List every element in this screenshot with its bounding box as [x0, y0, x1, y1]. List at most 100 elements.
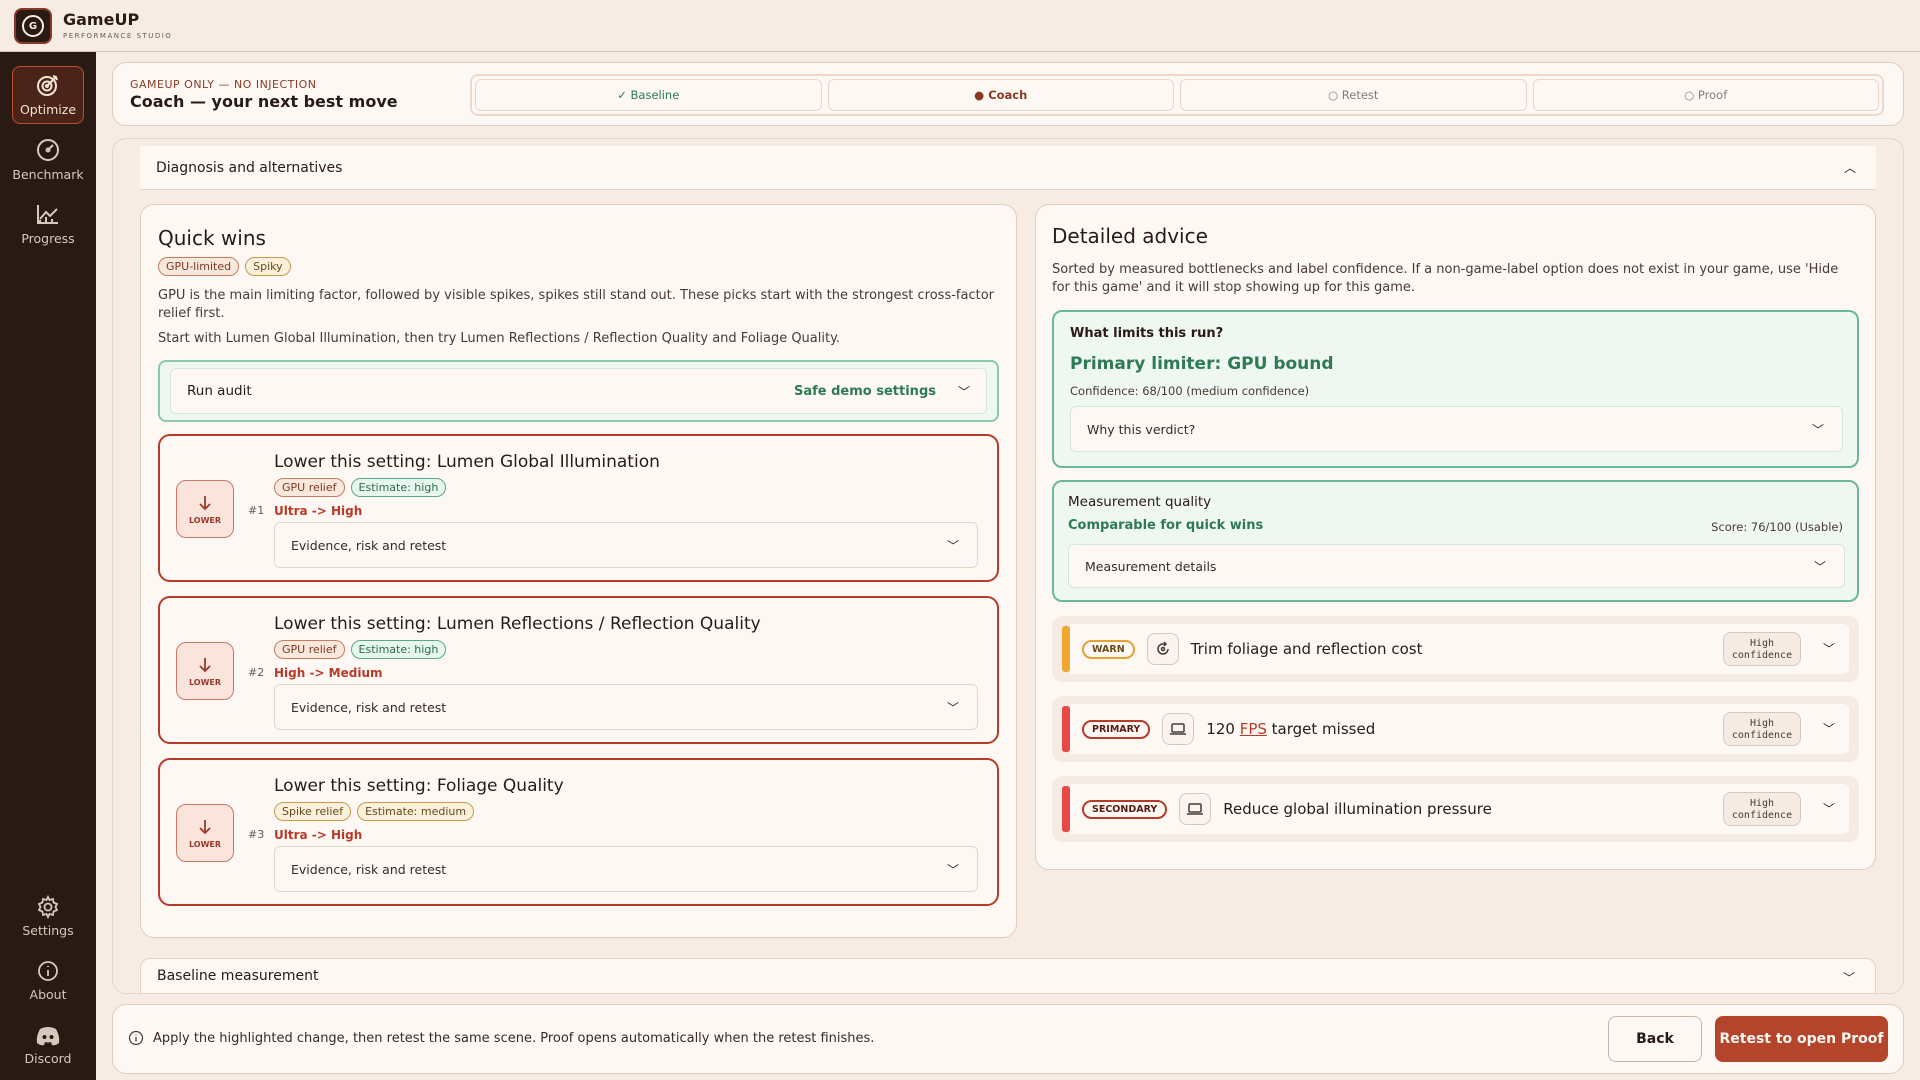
sidebar-label: About: [29, 987, 67, 1002]
step-proof[interactable]: ○ Proof: [1532, 79, 1879, 111]
diagnosis-label: Diagnosis and alternatives: [156, 159, 343, 176]
lower-button[interactable]: LOWER: [176, 804, 234, 862]
gear-icon: [37, 895, 59, 919]
sidebar-item-about[interactable]: About: [12, 950, 84, 1008]
lower-button[interactable]: LOWER: [176, 642, 234, 700]
evidence-label: Evidence, risk and retest: [291, 699, 447, 715]
sidebar-item-benchmark[interactable]: Benchmark: [12, 130, 84, 188]
chevron-down-icon: ﹀: [1811, 423, 1824, 437]
detailed-advice-intro: Sorted by measured bottlenecks and label…: [1052, 262, 1839, 295]
target-icon: [37, 75, 58, 96]
chevron-down-icon: ﹀: [1822, 802, 1835, 816]
why-verdict-accordion[interactable]: Why this verdict? ﹀: [1070, 406, 1843, 452]
stepper: ✓ Baseline ● Coach ○ Retest ○ Proof: [470, 74, 1884, 116]
run-audit[interactable]: Run audit Safe demo settings ﹀: [158, 360, 999, 422]
stage-title: Coach — your next best move: [130, 92, 398, 111]
quick-wins-title: Quick wins: [158, 226, 266, 250]
chevron-down-icon: ﹀: [1822, 642, 1835, 656]
baseline-label: Baseline measurement: [157, 968, 319, 984]
retest-button[interactable]: Retest to open Proof: [1715, 1016, 1888, 1062]
step-retest[interactable]: ○ Retest: [1180, 79, 1527, 111]
sidebar-item-progress[interactable]: Progress: [12, 194, 84, 252]
chart-icon: [37, 205, 58, 224]
sidebar-item-settings[interactable]: Settings: [12, 886, 84, 944]
measurement-details-label: Measurement details: [1085, 558, 1217, 574]
recommendation-title: Lower this setting: Lumen Global Illumin…: [274, 452, 660, 472]
confidence-badge: High confidence: [1723, 632, 1801, 666]
gauge-icon: [37, 139, 59, 161]
issue-title: Trim foliage and reflection cost: [1190, 640, 1423, 658]
estimate-tag: Estimate: medium: [357, 802, 475, 821]
estimate-tag: Estimate: high: [350, 478, 447, 497]
limiter-question: What limits this run?: [1070, 326, 1224, 341]
back-button[interactable]: Back: [1608, 1016, 1702, 1062]
setting-change: Ultra -> High: [274, 828, 363, 842]
arrow-down-icon: [199, 819, 211, 834]
chevron-down-icon: ﹀: [1842, 971, 1855, 985]
evidence-accordion[interactable]: Evidence, risk and retest ﹀: [274, 846, 978, 892]
step-coach[interactable]: ● Coach: [827, 79, 1174, 111]
quick-wins-summary: GPU is the main limiting factor, followe…: [158, 288, 994, 321]
rank: #3: [248, 828, 265, 841]
refresh-icon: [1146, 633, 1179, 665]
severity-stripe: [1062, 626, 1070, 672]
tag-gpu-limited: GPU-limited: [158, 257, 240, 276]
chevron-up-icon: ︿: [1843, 161, 1856, 175]
limiter-box: What limits this run? Primary limiter: G…: [1052, 310, 1859, 468]
measurement-details-accordion[interactable]: Measurement details ﹀: [1068, 544, 1845, 588]
run-audit-label: Run audit: [187, 383, 252, 399]
quick-wins-plan: Start with Lumen Global Illumination, th…: [158, 331, 841, 346]
stage-tag: GAMEUP ONLY — NO INJECTION: [130, 78, 317, 91]
lower-button[interactable]: LOWER: [176, 480, 234, 538]
discord-icon: [36, 1027, 60, 1046]
sidebar-item-optimize[interactable]: Optimize: [12, 66, 84, 124]
relief-tag: GPU relief: [274, 478, 345, 497]
arrow-down-icon: [199, 657, 211, 672]
issue-row[interactable]: WARN Trim foliage and reflection cost Hi…: [1052, 616, 1859, 682]
rank: #2: [248, 666, 265, 679]
fps-link[interactable]: FPS: [1240, 720, 1267, 738]
confidence-badge: High confidence: [1723, 792, 1801, 826]
chevron-down-icon: ﹀: [1822, 722, 1835, 736]
warn-tag: WARN: [1082, 639, 1135, 659]
rank: #1: [248, 504, 265, 517]
recommendation-card: LOWER #3 Lower this setting: Foliage Qua…: [158, 758, 999, 906]
sidebar-label: Benchmark: [12, 167, 84, 182]
chevron-down-icon: ﹀: [946, 863, 959, 877]
title-bar: [0, 0, 1920, 52]
relief-tag: GPU relief: [274, 640, 345, 659]
footer-hint: Apply the highlighted change, then retes…: [153, 1031, 875, 1046]
limiter-confidence: Confidence: 68/100 (medium confidence): [1070, 384, 1310, 398]
sidebar-item-discord[interactable]: Discord: [12, 1014, 84, 1072]
issue-title: Reduce global illumination pressure: [1223, 800, 1492, 818]
evidence-label: Evidence, risk and retest: [291, 861, 447, 877]
why-verdict-label: Why this verdict?: [1087, 421, 1196, 437]
detailed-advice-title: Detailed advice: [1052, 224, 1208, 248]
limiter-verdict: Primary limiter: GPU bound: [1070, 354, 1334, 374]
issue-row[interactable]: SECONDARY Reduce global illumination pre…: [1052, 776, 1859, 842]
run-audit-value: Safe demo settings: [793, 383, 936, 399]
primary-tag: PRIMARY: [1082, 719, 1151, 739]
sidebar-label: Progress: [21, 231, 75, 246]
chevron-down-icon: ﹀: [946, 701, 959, 715]
recommendation-title: Lower this setting: Foliage Quality: [274, 776, 564, 796]
quality-score: Score: 76/100 (Usable): [1711, 520, 1843, 534]
quick-wins-tags: GPU-limited Spiky: [158, 257, 291, 276]
issue-row[interactable]: PRIMARY 120 FPS target missed High confi…: [1052, 696, 1859, 762]
relief-tag: Spike relief: [274, 802, 352, 821]
setting-change: Ultra -> High: [274, 504, 363, 518]
step-baseline[interactable]: ✓ Baseline: [475, 79, 822, 111]
confidence-badge: High confidence: [1723, 712, 1801, 746]
quality-status: Comparable for quick wins: [1068, 518, 1264, 533]
info-icon: [38, 961, 58, 981]
setting-change: High -> Medium: [274, 666, 383, 680]
diagnosis-accordion[interactable]: Diagnosis and alternatives ︿: [140, 146, 1876, 190]
monitor-icon: [1162, 713, 1195, 745]
evidence-label: Evidence, risk and retest: [291, 537, 447, 553]
sidebar-label: Settings: [22, 923, 74, 938]
chevron-down-icon: ﹀: [1813, 560, 1826, 574]
severity-stripe: [1062, 706, 1070, 752]
evidence-accordion[interactable]: Evidence, risk and retest ﹀: [274, 522, 978, 568]
baseline-accordion[interactable]: Baseline measurement ﹀: [140, 958, 1876, 994]
evidence-accordion[interactable]: Evidence, risk and retest ﹀: [274, 684, 978, 730]
